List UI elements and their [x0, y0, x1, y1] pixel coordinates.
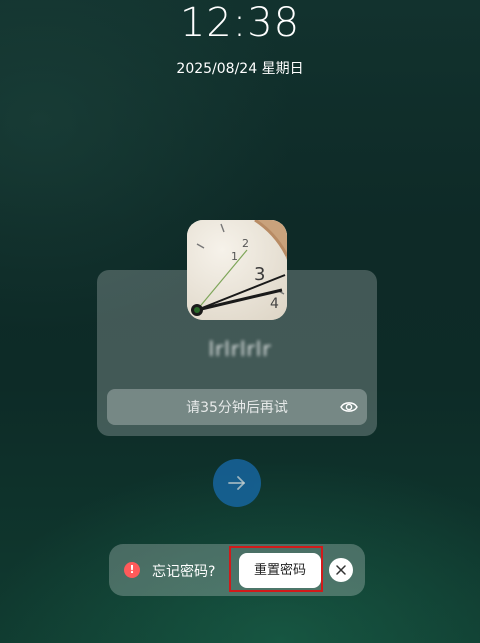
- lock-date: 2025/08/24 星期日: [176, 61, 304, 77]
- password-input[interactable]: 请35分钟后再试: [107, 389, 367, 425]
- user-avatar[interactable]: 1 2 3 4: [187, 220, 287, 320]
- username-label: lrlrlrlr: [208, 337, 272, 361]
- login-submit-button[interactable]: [213, 459, 261, 507]
- svg-text:4: 4: [270, 296, 279, 312]
- lock-clock: 12:38: [179, 0, 301, 46]
- warning-icon: !: [124, 562, 140, 578]
- forgot-password-text: 忘记密码?: [152, 564, 216, 580]
- svg-text:1: 1: [231, 250, 238, 263]
- close-icon: [336, 565, 346, 575]
- password-placeholder: 请35分钟后再试: [186, 400, 288, 416]
- arrow-right-icon: [228, 476, 245, 490]
- clock-photo-avatar-icon: 1 2 3 4: [187, 220, 287, 320]
- svg-text:3: 3: [254, 264, 265, 285]
- eye-icon[interactable]: [340, 399, 358, 415]
- svg-text:2: 2: [242, 237, 249, 250]
- reset-password-button[interactable]: 重置密码: [239, 553, 321, 588]
- close-tip-button[interactable]: [329, 558, 353, 582]
